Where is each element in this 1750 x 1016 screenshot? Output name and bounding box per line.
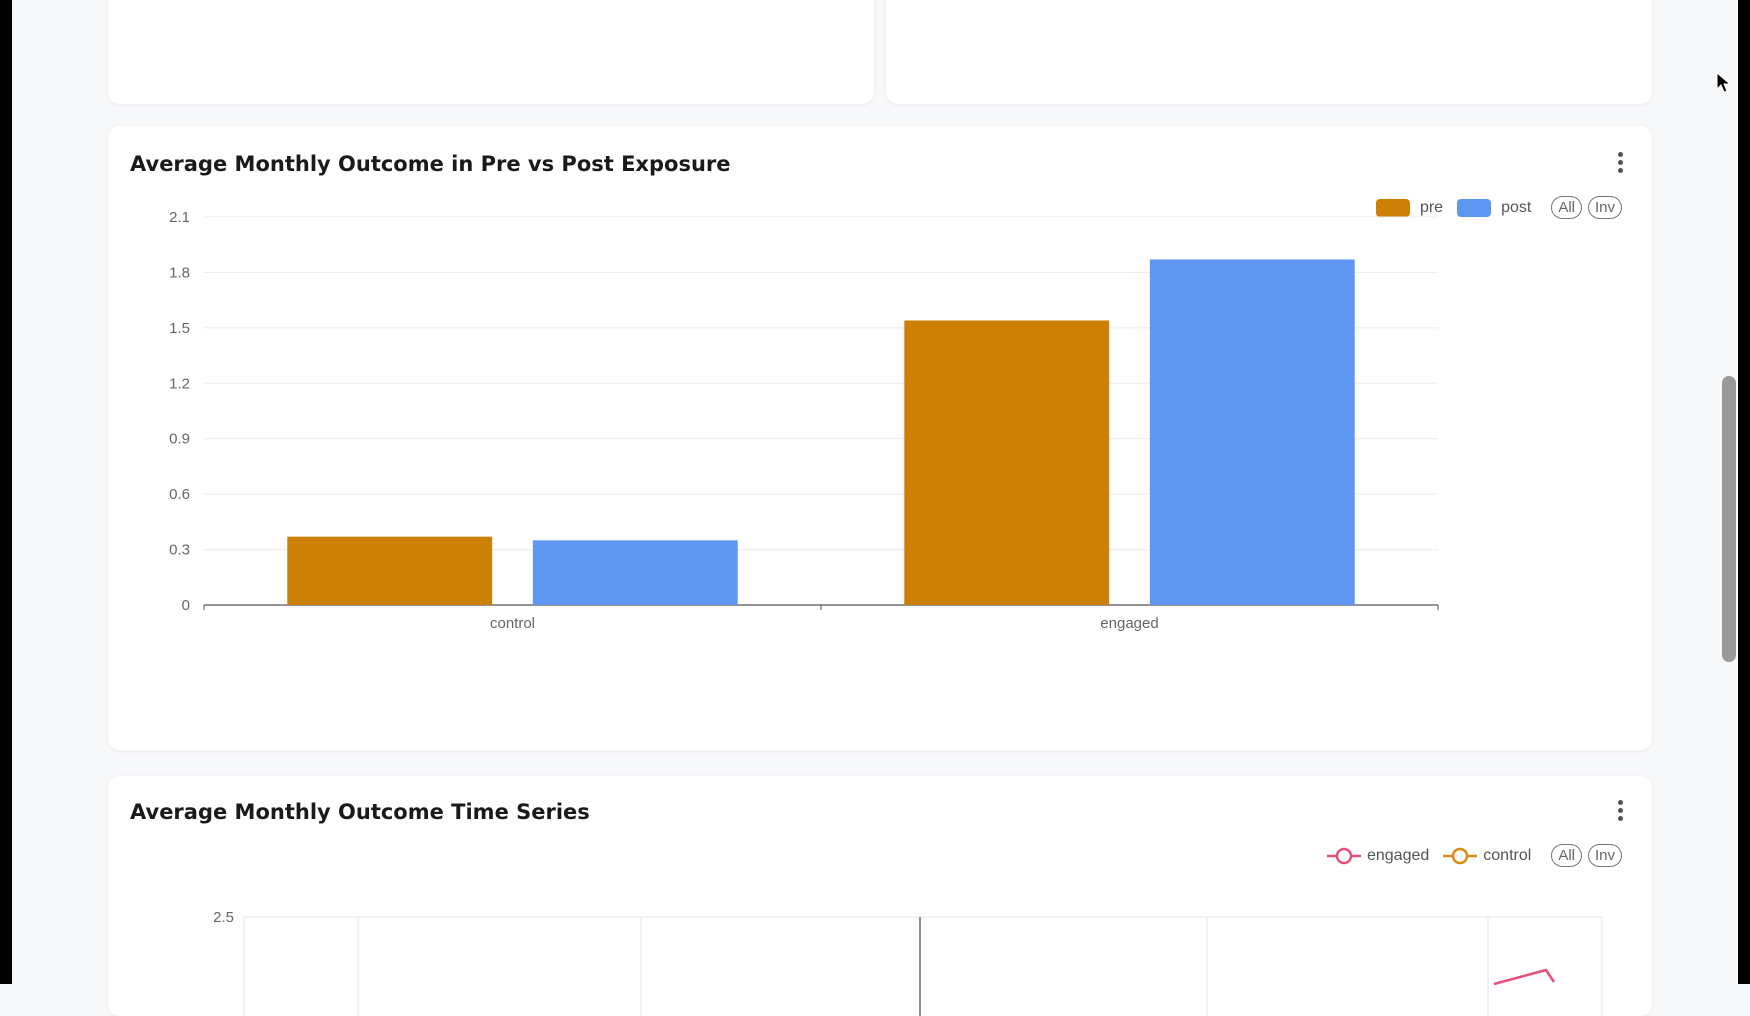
bar-pre-engaged <box>904 320 1110 605</box>
y-tick-label: 1.8 <box>169 264 190 281</box>
y-tick-label: 0 <box>182 597 190 614</box>
mouse-cursor-icon <box>1716 72 1732 93</box>
y-tick-label: 2.1 <box>169 209 190 226</box>
y-tick-label: 2.5 <box>213 909 234 926</box>
scrollbar-thumb[interactable] <box>1722 376 1736 662</box>
y-tick-label: 1.2 <box>169 375 190 392</box>
bar-chart-card: Average Monthly Outcome in Pre vs Post E… <box>108 126 1652 750</box>
left-frame <box>0 0 12 984</box>
bar-chart-plot: 0 0.3 0.6 0.9 1.2 1.5 1.8 2.1 control engaged <box>169 209 1439 632</box>
y-tick-label: 0.3 <box>169 542 190 559</box>
top-card-right <box>886 0 1652 104</box>
bar-post-engaged <box>1149 259 1355 605</box>
timeseries-plot: 2.5 <box>213 909 1603 1016</box>
bar-pre-control <box>287 536 493 605</box>
right-frame <box>1738 0 1750 984</box>
x-tick-label: control <box>490 615 535 632</box>
series-line-engaged <box>1493 968 1556 986</box>
y-tick-label: 1.5 <box>169 320 190 337</box>
x-tick-label: engaged <box>1100 615 1158 632</box>
y-tick-label: 0.9 <box>169 431 190 448</box>
y-tick-label: 0.6 <box>169 486 190 503</box>
top-card-left <box>108 0 874 104</box>
dashboard-page: Average Monthly Outcome in Pre vs Post E… <box>12 0 1718 1016</box>
bar-post-control <box>532 540 738 605</box>
timeseries-card: Average Monthly Outcome Time Series enga… <box>108 776 1652 1016</box>
